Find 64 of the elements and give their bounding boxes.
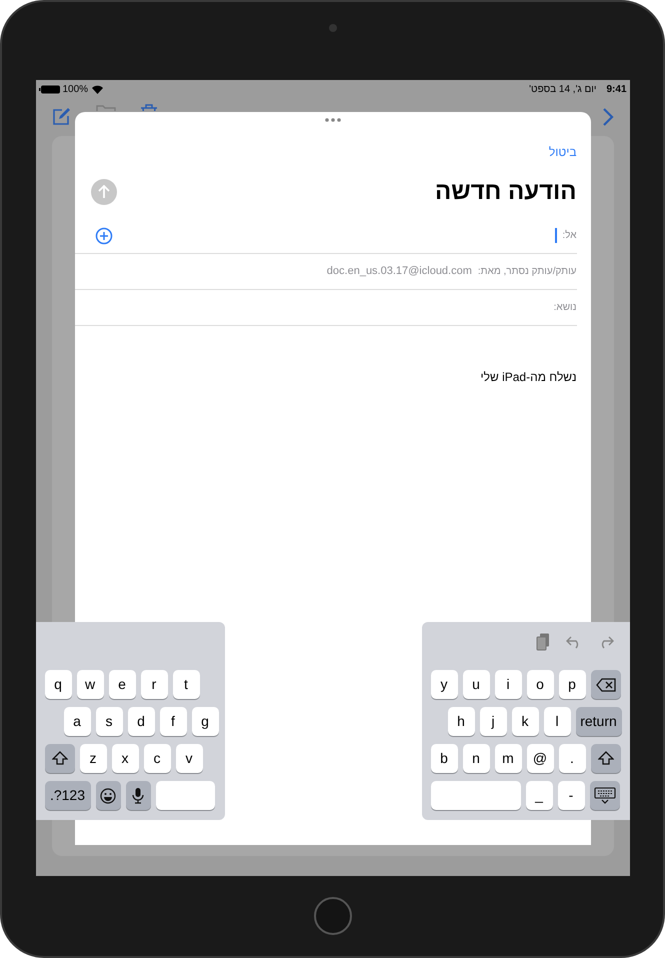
microphone-icon — [132, 787, 144, 804]
battery-icon — [38, 84, 60, 94]
hide-keyboard-key[interactable] — [590, 781, 620, 810]
paste-icon[interactable] — [536, 633, 550, 651]
numbers-key[interactable]: .?123 — [44, 781, 90, 810]
letter-key[interactable]: k — [512, 707, 538, 736]
chevron-right-icon — [602, 107, 614, 127]
cancel-link[interactable]: ביטול — [548, 143, 576, 161]
add-contact-icon[interactable] — [94, 226, 112, 244]
return-key[interactable]: return — [576, 707, 622, 736]
letter-key[interactable]: p — [558, 670, 586, 699]
letter-key[interactable]: u — [462, 670, 490, 699]
letter-key[interactable]: e — [108, 670, 136, 699]
arrow-up-icon — [98, 185, 110, 199]
sheet-title: הודעה חדשה — [435, 177, 576, 207]
status-date: יום ג', 14 בספט' — [529, 82, 596, 96]
dictation-key[interactable] — [126, 781, 150, 810]
letter-key[interactable]: x — [112, 744, 138, 773]
more-icon — [324, 118, 340, 122]
field-label: נושא: — [554, 301, 576, 315]
letter-key[interactable]: l — [544, 707, 570, 736]
letter-key[interactable]: g — [192, 707, 218, 736]
letter-key[interactable]: q — [44, 670, 72, 699]
letter-key[interactable]: w — [76, 670, 104, 699]
battery-level: 100% — [62, 82, 88, 96]
letter-key[interactable]: j — [480, 707, 506, 736]
letter-key[interactable]: m — [494, 744, 522, 773]
letter-key[interactable]: s — [96, 707, 122, 736]
letter-key[interactable]: t — [172, 670, 200, 699]
letter-key[interactable]: @ — [526, 744, 554, 773]
letter-key[interactable]: n — [462, 744, 490, 773]
message-body[interactable]: נשלח מה-iPad שלי — [74, 368, 576, 386]
status-time: 9:41 — [606, 82, 626, 96]
emoji-key[interactable] — [96, 781, 120, 810]
shift-icon — [598, 751, 614, 766]
smiley-icon — [100, 788, 116, 804]
letter-key[interactable]: . — [558, 744, 586, 773]
delete-key[interactable] — [590, 670, 620, 699]
keyboard-icon — [594, 786, 616, 804]
shift-icon — [52, 751, 68, 766]
camera-icon — [328, 24, 336, 32]
letter-key[interactable]: d — [128, 707, 154, 736]
home-button[interactable] — [314, 897, 352, 935]
letter-key[interactable]: z — [80, 744, 106, 773]
field-label: אל: — [562, 228, 576, 243]
letter-key[interactable]: f — [160, 707, 186, 736]
letter-key[interactable]: y — [430, 670, 458, 699]
letter-key[interactable]: c — [144, 744, 170, 773]
letter-key[interactable]: i — [494, 670, 522, 699]
letter-key[interactable]: o — [526, 670, 554, 699]
letter-key[interactable]: b — [430, 744, 458, 773]
field-label: עותק/עותק נסתר, מאת: — [478, 265, 576, 279]
text-cursor — [555, 228, 558, 243]
letter-key[interactable]: v — [176, 744, 202, 773]
compose-icon — [52, 108, 70, 126]
letter-key[interactable]: r — [140, 670, 168, 699]
backspace-icon — [596, 678, 616, 692]
letter-key[interactable]: a — [64, 707, 90, 736]
shift-key[interactable] — [590, 744, 620, 773]
letter-key[interactable]: - — [558, 781, 584, 810]
letter-key[interactable]: _ — [526, 781, 552, 810]
wifi-icon — [92, 84, 104, 94]
letter-key[interactable]: h — [448, 707, 474, 736]
shift-key[interactable] — [44, 744, 74, 773]
